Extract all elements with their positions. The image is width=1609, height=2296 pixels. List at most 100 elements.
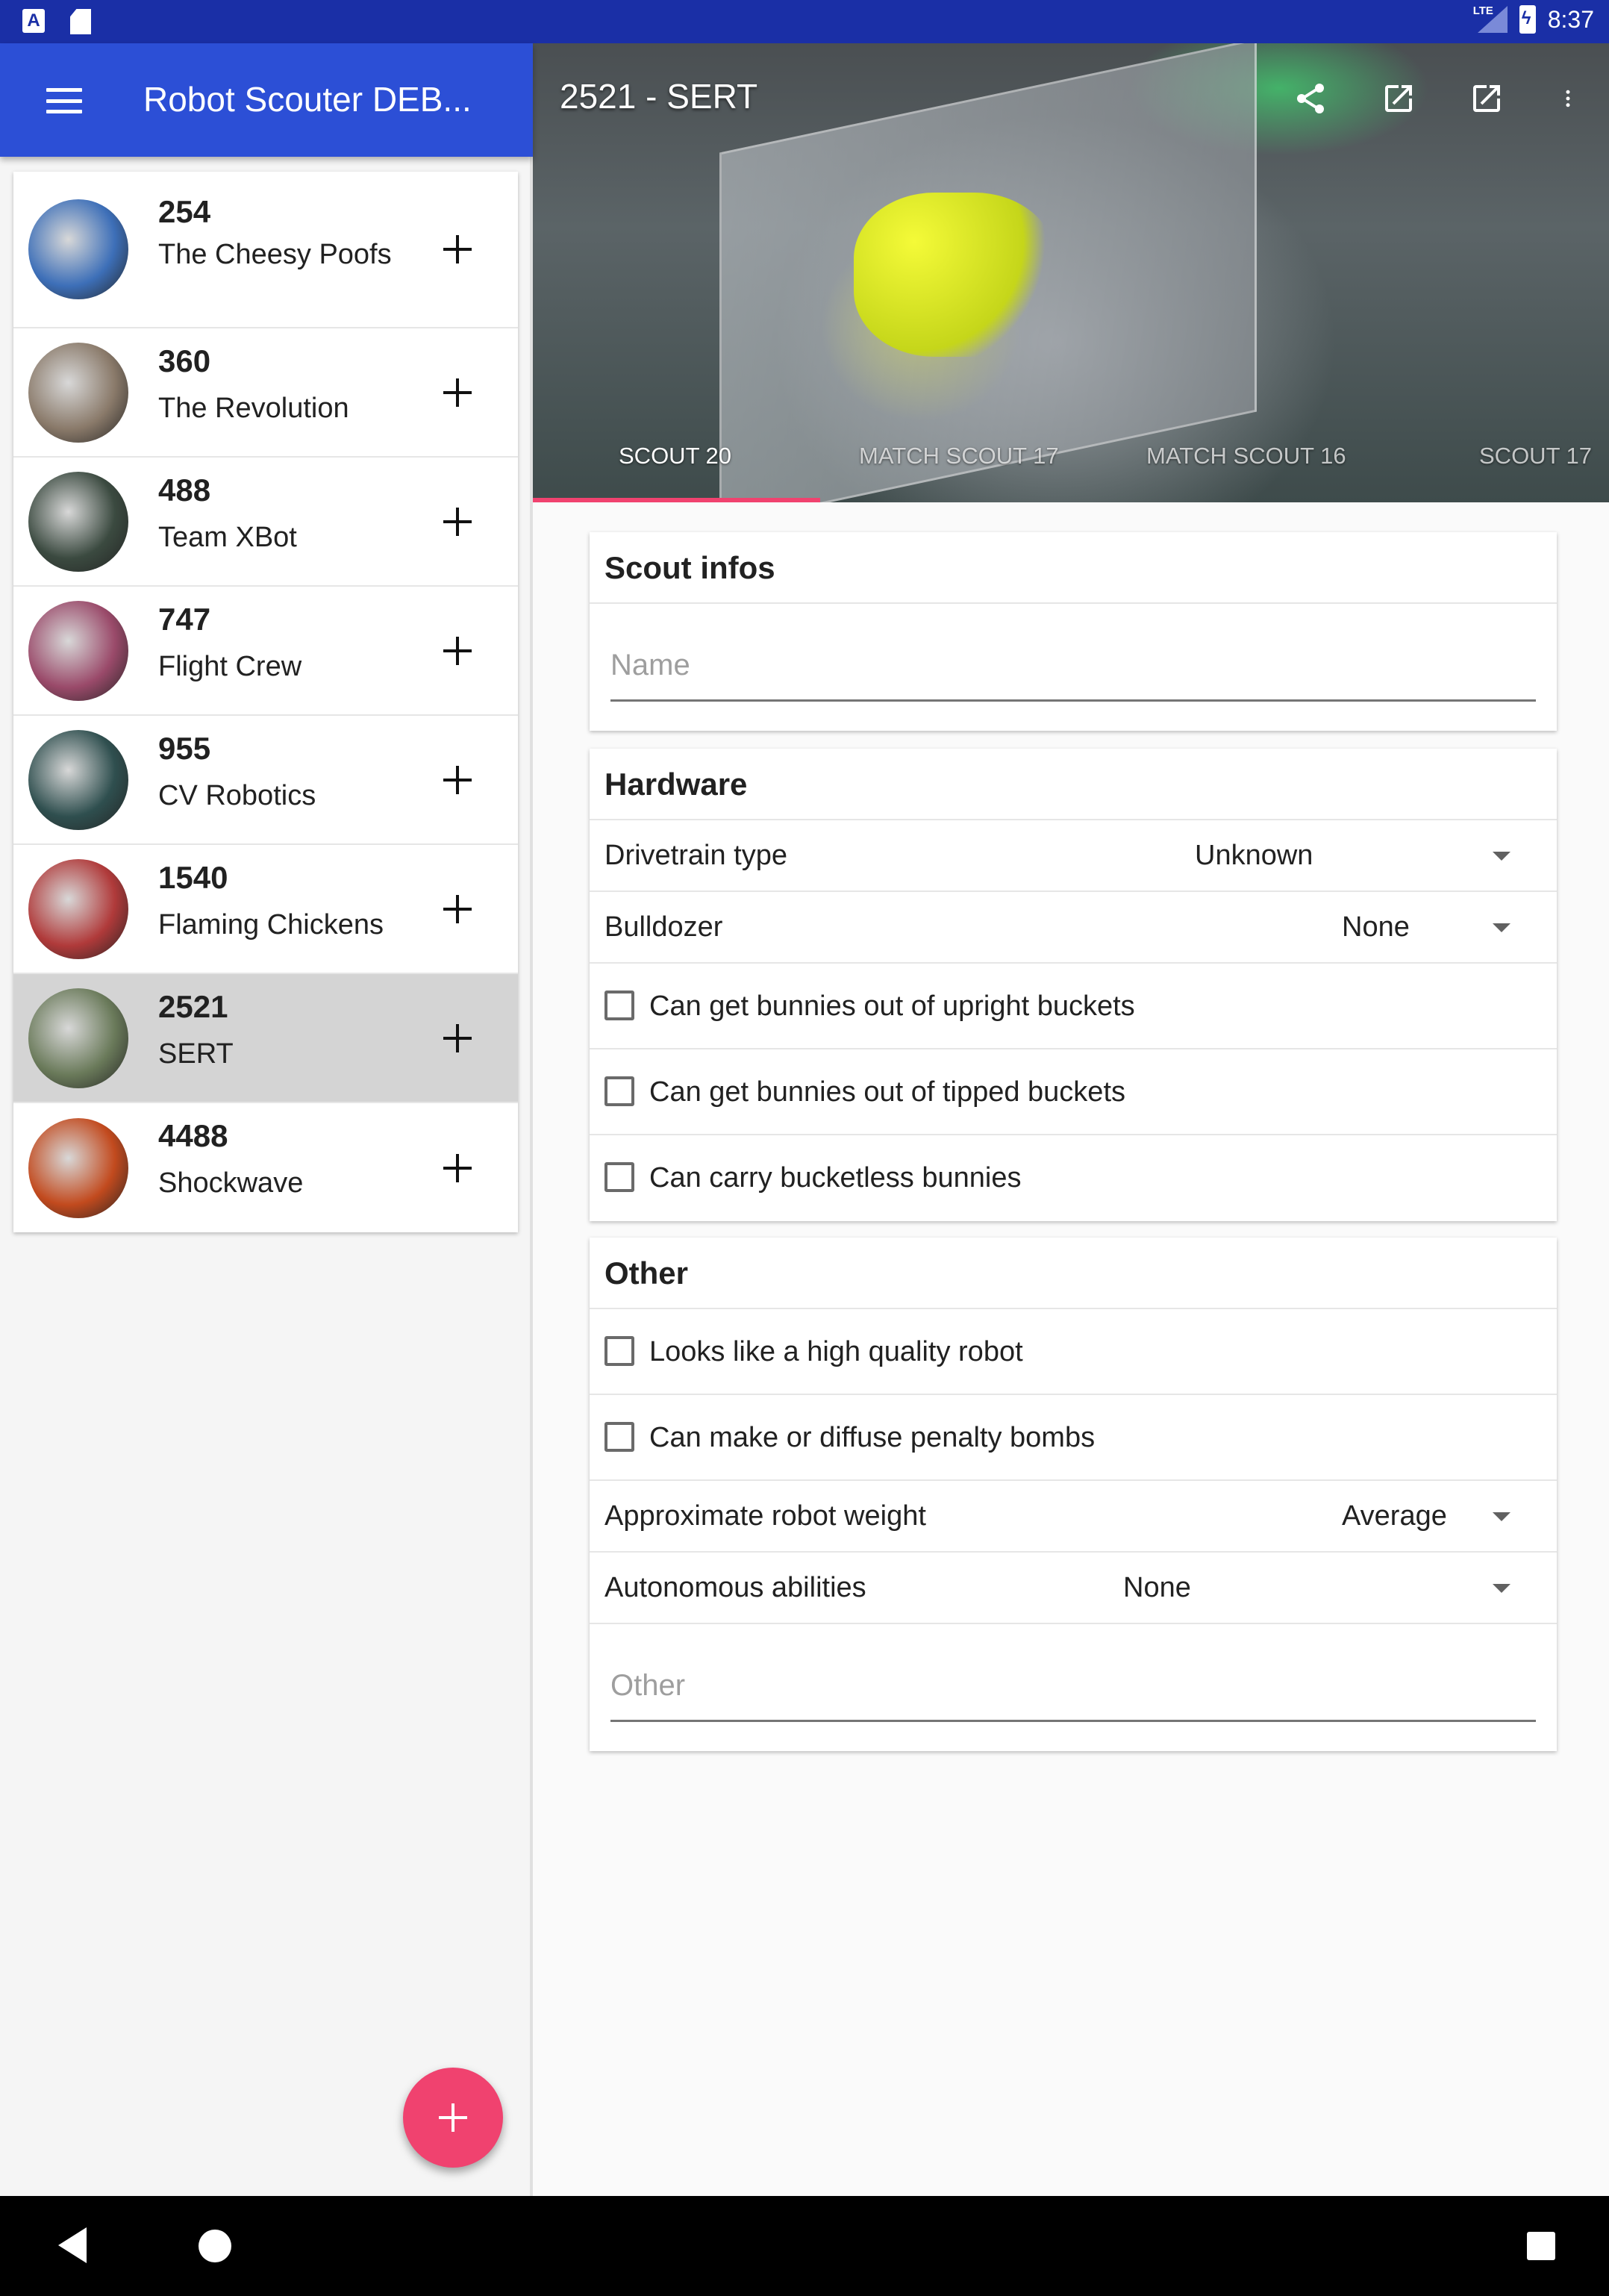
status-bar: A LTE 8:37 <box>0 0 1609 43</box>
team-avatar <box>28 471 128 572</box>
tab-scout-20[interactable]: SCOUT 20 <box>619 443 731 470</box>
team-row[interactable]: 955 CV Robotics <box>13 716 518 845</box>
scout-content: Scout infos Name Hardware Drivetrain typ… <box>533 502 1609 2196</box>
scout-tabs: SCOUT 20 MATCH SCOUT 17 MATCH SCOUT 16 S… <box>533 420 1609 502</box>
tipped-buckets-row[interactable]: Can get bunnies out of tipped buckets <box>590 1049 1557 1135</box>
team-name: Team XBot <box>158 522 297 553</box>
upright-buckets-row[interactable]: Can get bunnies out of upright buckets <box>590 964 1557 1049</box>
share-icon[interactable] <box>1293 81 1328 116</box>
checkbox-label: Looks like a high quality robot <box>649 1336 1023 1367</box>
app-title: Robot Scouter DEB... <box>143 80 472 119</box>
more-vert-icon[interactable] <box>1557 81 1579 116</box>
tab-scout-17[interactable]: SCOUT 17 <box>1479 443 1592 470</box>
team-number: 2521 <box>158 989 228 1024</box>
robot-weight-select[interactable]: Approximate robot weight Average <box>590 1481 1557 1553</box>
navigation-bar <box>0 2196 1609 2296</box>
robot-photo-detail <box>854 193 1055 357</box>
app-bar: Robot Scouter DEB... <box>0 43 533 157</box>
weight-value: Average <box>1342 1500 1447 1532</box>
checkbox[interactable] <box>604 1076 634 1106</box>
team-avatar <box>28 1117 128 1218</box>
checkbox-label: Can make or diffuse penalty bombs <box>649 1422 1096 1453</box>
team-number: 488 <box>158 472 211 508</box>
tab-match-scout-16[interactable]: MATCH SCOUT 16 <box>1146 443 1346 470</box>
other-field[interactable]: Other <box>590 1624 1557 1751</box>
drivetrain-value: Unknown <box>1195 840 1313 871</box>
high-quality-row[interactable]: Looks like a high quality robot <box>590 1309 1557 1395</box>
checkbox[interactable] <box>604 1336 634 1366</box>
checkbox-label: Can get bunnies out of upright buckets <box>649 991 1135 1022</box>
team-number: 1540 <box>158 860 228 895</box>
team-name: The Revolution <box>158 393 349 424</box>
sd-card-icon <box>70 9 91 34</box>
team-number: 4488 <box>158 1118 228 1153</box>
recents-icon[interactable] <box>1527 2232 1555 2260</box>
team-title: 2521 - SERT <box>560 77 758 116</box>
team-avatar <box>28 858 128 959</box>
add-team-button[interactable] <box>403 2068 503 2168</box>
team-name: Flaming Chickens <box>158 909 384 940</box>
battery-charging-icon <box>1519 5 1536 34</box>
bulldozer-select[interactable]: Bulldozer None <box>590 892 1557 964</box>
clock: 8:37 <box>1547 5 1594 33</box>
team-avatar <box>28 729 128 830</box>
team-row[interactable]: 254 The Cheesy Poofs <box>13 172 518 328</box>
autonomous-select[interactable]: Autonomous abilities None <box>590 1553 1557 1624</box>
add-scout-icon[interactable] <box>443 378 472 407</box>
checkbox[interactable] <box>604 1162 634 1192</box>
autonomous-value: None <box>1123 1572 1191 1603</box>
team-header: 2521 - SERT SCOUT 20 MATCH SCOUT 17 MATC… <box>533 43 1609 502</box>
bucketless-row[interactable]: Can carry bucketless bunnies <box>590 1135 1557 1221</box>
checkbox[interactable] <box>604 1422 634 1452</box>
card-title: Hardware <box>590 749 1557 820</box>
add-scout-icon[interactable] <box>443 1023 472 1052</box>
back-icon[interactable] <box>58 2227 87 2263</box>
card-title: Scout infos <box>590 532 1557 604</box>
add-scout-icon[interactable] <box>443 636 472 665</box>
add-scout-icon[interactable] <box>443 235 472 263</box>
team-row[interactable]: 4488 Shockwave <box>13 1103 518 1232</box>
scout-infos-card: Scout infos Name <box>590 532 1557 731</box>
team-avatar <box>28 988 128 1088</box>
menu-icon[interactable] <box>46 88 82 113</box>
team-number: 360 <box>158 343 211 378</box>
team-avatar <box>28 600 128 701</box>
card-title: Other <box>590 1238 1557 1309</box>
team-row[interactable]: 488 Team XBot <box>13 458 518 587</box>
open-in-new-icon[interactable] <box>1381 81 1416 116</box>
team-number: 747 <box>158 602 211 637</box>
home-icon[interactable] <box>199 2230 231 2262</box>
checkbox[interactable] <box>604 991 634 1020</box>
bulldozer-label: Bulldozer <box>604 911 723 943</box>
add-scout-icon[interactable] <box>443 894 472 923</box>
team-row[interactable]: 360 The Revolution <box>13 328 518 458</box>
dropdown-arrow-icon <box>1493 1512 1510 1521</box>
team-avatar <box>28 342 128 443</box>
other-card: Other Looks like a high quality robot Ca… <box>590 1238 1557 1751</box>
drivetrain-select[interactable]: Drivetrain type Unknown <box>590 820 1557 892</box>
team-row[interactable]: 1540 Flaming Chickens <box>13 845 518 974</box>
name-placeholder: Name <box>610 649 690 681</box>
add-scout-icon[interactable] <box>443 765 472 794</box>
open-in-new-icon[interactable] <box>1469 81 1505 116</box>
drivetrain-label: Drivetrain type <box>604 840 787 871</box>
team-name: The Cheesy Poofs <box>158 239 392 270</box>
other-placeholder: Other <box>610 1669 686 1702</box>
team-row[interactable]: 2521 SERT <box>13 974 518 1103</box>
team-name: Flight Crew <box>158 651 302 682</box>
checkbox-label: Can get bunnies out of tipped buckets <box>649 1076 1126 1108</box>
team-avatar <box>28 199 128 299</box>
dropdown-arrow-icon <box>1493 923 1510 932</box>
add-scout-icon[interactable] <box>443 1153 472 1182</box>
team-row[interactable]: 747 Flight Crew <box>13 587 518 716</box>
team-list-pane: Robot Scouter DEB... 254 The Cheesy Poof… <box>0 43 533 2196</box>
bulldozer-value: None <box>1342 911 1410 943</box>
team-name: Shockwave <box>158 1167 304 1199</box>
add-scout-icon[interactable] <box>443 507 472 536</box>
penalty-bombs-row[interactable]: Can make or diffuse penalty bombs <box>590 1395 1557 1481</box>
name-field[interactable]: Name <box>590 604 1557 731</box>
team-number: 254 <box>158 194 211 229</box>
weight-label: Approximate robot weight <box>604 1500 926 1532</box>
signal-icon: LTE <box>1473 4 1508 34</box>
tab-match-scout-17[interactable]: MATCH SCOUT 17 <box>859 443 1059 470</box>
